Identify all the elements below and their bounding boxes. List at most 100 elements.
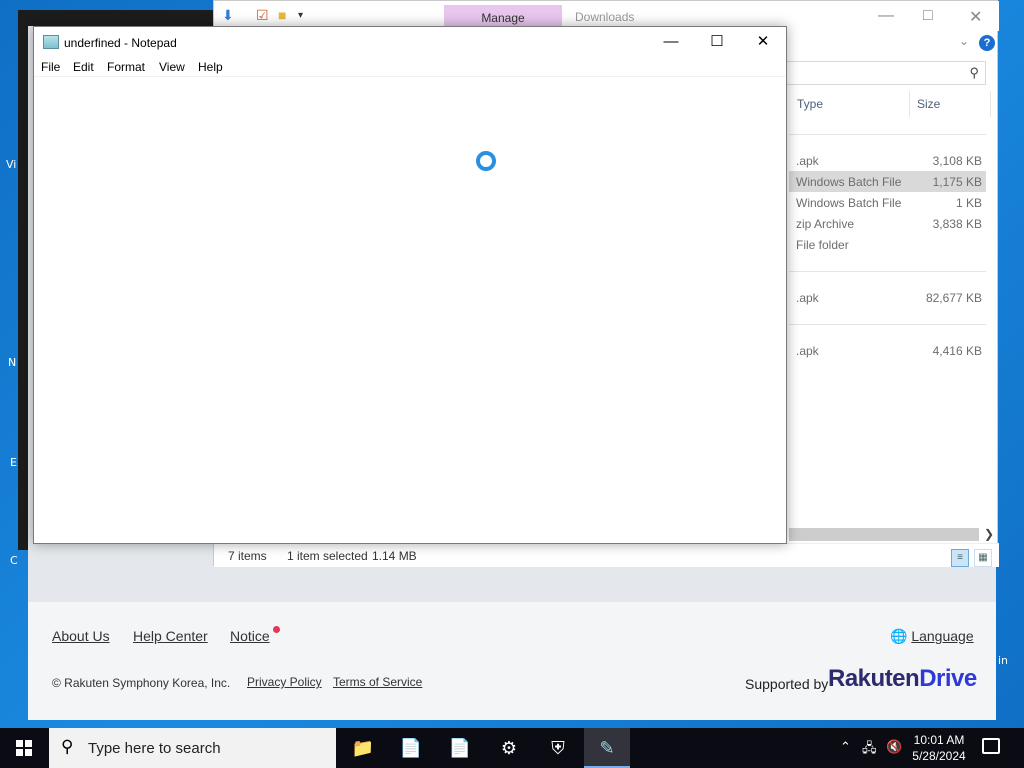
group-divider <box>789 134 986 135</box>
file-row[interactable]: .apk 3,108 KB <box>789 150 986 171</box>
selection-count: 1 item selected <box>287 549 368 563</box>
minimize-icon[interactable]: — <box>878 7 894 25</box>
scroll-right-arrow-icon[interactable]: ❯ <box>984 527 994 541</box>
file-size: 1,175 KB <box>932 175 982 189</box>
help-center-link[interactable]: Help Center <box>133 628 208 644</box>
rakuten-drive-logo[interactable]: RakutenDrive <box>828 665 977 693</box>
globe-icon: 🌐 <box>890 628 908 644</box>
brand-drive: Drive <box>919 665 977 692</box>
file-size: 1 KB <box>955 196 982 210</box>
security-shield-icon[interactable]: ⛨ <box>535 728 581 768</box>
file-size: 4,416 KB <box>932 344 982 358</box>
file-row[interactable]: .apk 82,677 KB <box>789 287 986 308</box>
text-editor-area[interactable] <box>34 77 786 543</box>
file-size: 3,108 KB <box>932 154 982 168</box>
column-header-size[interactable]: Size <box>917 97 940 111</box>
brand-rakuten: Rakuten <box>828 665 920 692</box>
search-input[interactable]: ⚲ <box>784 61 986 85</box>
group-divider <box>789 324 986 325</box>
language-label: Language <box>911 628 974 644</box>
terms-of-service-link[interactable]: Terms of Service <box>333 675 422 689</box>
minimize-icon[interactable]: — <box>648 27 694 57</box>
document-icon[interactable]: 📄 <box>388 728 434 768</box>
status-bar: 7 items 1 item selected 1.14 MB ≡ ▦ <box>214 543 999 567</box>
file-type: .apk <box>796 154 819 168</box>
file-type: File folder <box>796 238 849 252</box>
file-size: 82,677 KB <box>925 291 982 305</box>
menu-file[interactable]: File <box>41 60 60 74</box>
details-view-icon[interactable]: ≡ <box>951 549 969 567</box>
file-row[interactable]: .apk 4,416 KB <box>789 340 986 361</box>
language-selector[interactable]: 🌐 Language <box>890 628 974 645</box>
notice-link[interactable]: Notice <box>230 628 270 644</box>
file-type: Windows Batch File <box>796 196 902 210</box>
start-button[interactable] <box>0 728 48 768</box>
menu-bar: File Edit Format View Help <box>34 57 786 77</box>
file-type: zip Archive <box>796 217 855 231</box>
network-icon[interactable]: 🖧 <box>862 739 877 761</box>
download-arrow-icon[interactable]: ⬇ <box>222 7 234 24</box>
menu-view[interactable]: View <box>159 60 185 74</box>
search-placeholder: Type here to search <box>88 740 221 757</box>
new-folder-icon[interactable]: ■ <box>278 7 286 23</box>
selection-size: 1.14 MB <box>372 549 417 563</box>
clock-time: 10:01 AM <box>913 733 965 747</box>
file-type: .apk <box>796 291 819 305</box>
notepad-icon <box>43 35 59 49</box>
file-size: 3,838 KB <box>932 217 982 231</box>
maximize-icon[interactable]: □ <box>923 7 933 25</box>
menu-edit[interactable]: Edit <box>73 60 94 74</box>
loading-spinner-icon <box>476 151 496 171</box>
windows-logo-icon <box>16 740 32 756</box>
search-icon: ⚲ <box>969 65 979 80</box>
notification-center-icon[interactable] <box>982 738 1000 754</box>
supported-by-text: Supported by <box>745 676 829 692</box>
desktop-icon-label[interactable]: E <box>10 456 17 469</box>
notepad-icon[interactable]: ✎ <box>584 728 630 768</box>
document-icon[interactable]: 📄 <box>437 728 483 768</box>
group-divider <box>789 271 986 272</box>
column-divider[interactable] <box>990 91 991 117</box>
notice-badge-dot <box>273 626 280 633</box>
system-clock[interactable]: 10:01 AM 5/28/2024 <box>900 732 978 764</box>
desktop-icon-label[interactable]: Vi <box>6 158 16 171</box>
search-icon: ⚲ <box>61 737 74 756</box>
file-row[interactable]: Windows Batch File 1 KB <box>789 192 986 213</box>
file-type: .apk <box>796 344 819 358</box>
taskbar: ⚲ Type here to search 📁 📄 📄 ⚙ ⛨ ✎ ⌃ 🖧 🔇 … <box>0 728 1024 768</box>
menu-format[interactable]: Format <box>107 60 145 74</box>
close-icon[interactable]: ✕ <box>969 7 982 27</box>
large-icons-view-icon[interactable]: ▦ <box>974 549 992 567</box>
column-header-type[interactable]: Type <box>797 97 823 111</box>
copyright-text: © Rakuten Symphony Korea, Inc. <box>52 676 231 690</box>
close-icon[interactable]: ✕ <box>740 27 786 57</box>
desktop-icon-label[interactable]: in <box>998 654 1008 667</box>
settings-gear-icon[interactable]: ⚙ <box>486 728 532 768</box>
horizontal-scrollbar[interactable] <box>789 528 979 541</box>
properties-icon[interactable]: ☑ <box>256 7 269 24</box>
file-row-selected[interactable]: Windows Batch File 1,175 KB <box>789 171 986 192</box>
privacy-policy-link[interactable]: Privacy Policy <box>247 675 322 689</box>
maximize-icon[interactable]: ☐ <box>694 27 740 57</box>
item-count: 7 items <box>228 549 267 563</box>
notepad-titlebar[interactable]: underfined - Notepad — ☐ ✕ <box>34 27 786 57</box>
column-divider[interactable] <box>909 91 910 117</box>
window-title: underfined - Notepad <box>64 36 177 50</box>
desktop-icon-label[interactable]: N <box>8 356 16 369</box>
file-row[interactable]: zip Archive 3,838 KB <box>789 213 986 234</box>
explorer-title: Downloads <box>575 10 635 24</box>
clock-date: 5/28/2024 <box>912 749 966 763</box>
help-icon[interactable]: ? <box>979 35 995 51</box>
file-explorer-icon[interactable]: 📁 <box>340 728 386 768</box>
customize-toolbar-icon[interactable]: ▾ <box>298 10 303 21</box>
site-footer: About Us Help Center Notice 🌐 Language ©… <box>28 602 996 720</box>
chevron-up-icon[interactable]: ⌃ <box>840 739 851 755</box>
chevron-down-icon[interactable]: ⌄ <box>959 34 969 48</box>
about-us-link[interactable]: About Us <box>52 628 110 644</box>
taskbar-search-box[interactable]: ⚲ Type here to search <box>49 728 336 768</box>
file-row[interactable]: File folder <box>789 234 986 255</box>
desktop-icon-label[interactable]: C <box>10 554 18 567</box>
menu-help[interactable]: Help <box>198 60 223 74</box>
notepad-window: underfined - Notepad — ☐ ✕ File Edit For… <box>33 26 787 544</box>
file-type: Windows Batch File <box>796 175 902 189</box>
